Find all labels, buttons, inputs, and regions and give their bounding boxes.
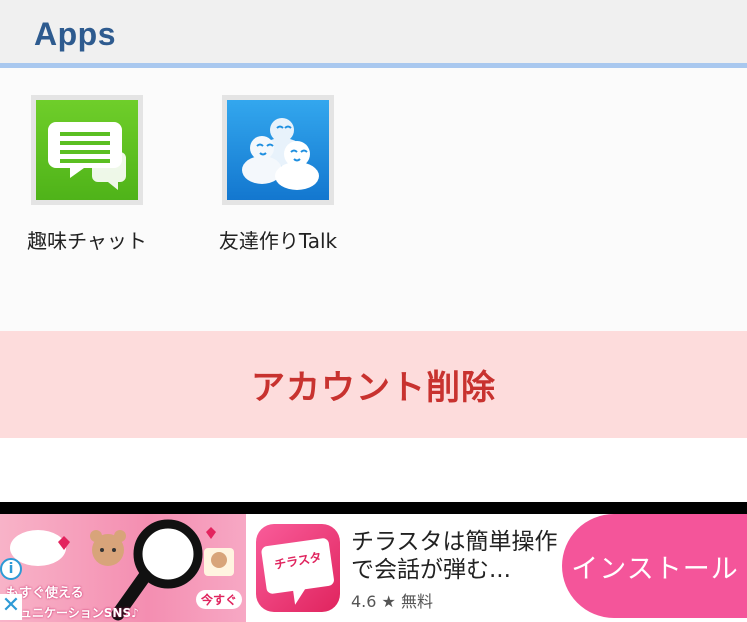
delete-account-button[interactable]: アカウント削除 (0, 331, 747, 438)
app-label: 友達作りTalk (218, 229, 338, 253)
app-tile[interactable] (31, 95, 143, 205)
ad-info-icon[interactable]: i (0, 558, 22, 580)
friends-group-icon (227, 100, 329, 200)
ad-banner-text: 今すぐ (196, 590, 243, 609)
app-item-shumi-chat[interactable]: 趣味チャット (17, 95, 157, 254)
install-label: インストール (571, 553, 739, 585)
app-item-tomodachi-talk[interactable]: 友達作りTalk (208, 95, 348, 254)
apps-list: 趣味チャット 友達作りTalk (0, 73, 747, 331)
ad-close-icon[interactable]: ✕ (0, 594, 22, 620)
app-label: 趣味チャット (27, 229, 147, 253)
ad-image[interactable]: もすぐ使える ミュニケーションSNS♪ 今すぐ i ✕ (0, 514, 246, 622)
install-button[interactable]: インストール (562, 514, 747, 618)
app-tile[interactable] (222, 95, 334, 205)
ad-price: 無料 (400, 592, 433, 611)
ad-container[interactable]: もすぐ使える ミュニケーションSNS♪ 今すぐ i ✕ チラスタ チラスタは簡単… (0, 502, 747, 622)
ad-banner-text: ミュニケーションSNS♪ (8, 606, 139, 620)
chat-bubbles-icon (36, 100, 138, 200)
header: Apps (0, 0, 747, 68)
ad-app-icon[interactable]: チラスタ (256, 524, 340, 612)
ad-app-title[interactable]: チラスタは簡単操作で会話が弾む... (351, 528, 563, 584)
ad-rating-value: 4.6 (351, 592, 377, 611)
ad-rating: 4.6 ★ 無料 (351, 588, 433, 612)
page-title: Apps (34, 16, 116, 52)
delete-account-label: アカウント削除 (251, 368, 496, 408)
ad-banner-row[interactable]: もすぐ使える ミュニケーションSNS♪ 今すぐ i ✕ チラスタ チラスタは簡単… (0, 514, 747, 622)
spacer (0, 438, 747, 502)
star-icon: ★ (381, 592, 396, 611)
